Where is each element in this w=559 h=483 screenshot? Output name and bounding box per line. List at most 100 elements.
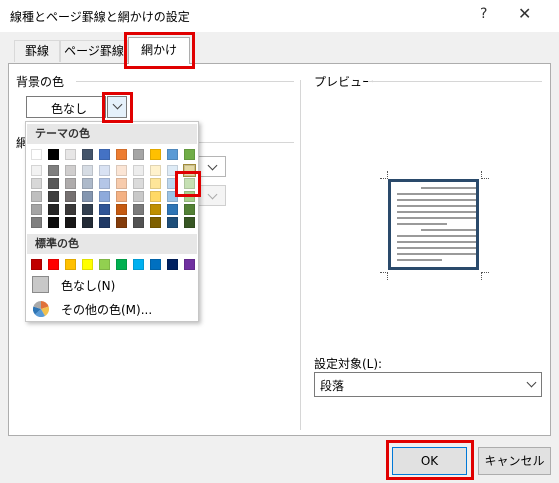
theme-shade-swatch[interactable] bbox=[65, 217, 76, 228]
theme-shade-swatch[interactable] bbox=[167, 217, 178, 228]
theme-shade-swatch[interactable] bbox=[116, 165, 127, 176]
selected-color-swatch[interactable] bbox=[183, 164, 196, 177]
theme-shade-swatch[interactable] bbox=[48, 178, 59, 189]
theme-shade-swatch[interactable] bbox=[150, 178, 161, 189]
theme-color-swatch[interactable] bbox=[184, 149, 195, 160]
title-bar: 線種とページ罫線と網かけの設定 ? ✕ bbox=[0, 0, 559, 32]
pattern-color-combo[interactable] bbox=[196, 185, 226, 206]
tab-page-border-label: ページ罫線 bbox=[64, 44, 124, 58]
preview-text-line bbox=[397, 211, 476, 213]
theme-shade-swatch[interactable] bbox=[133, 165, 144, 176]
theme-shade-swatch[interactable] bbox=[150, 204, 161, 215]
theme-shade-swatch[interactable] bbox=[116, 217, 127, 228]
help-button[interactable]: ? bbox=[480, 6, 487, 22]
theme-shade-swatch[interactable] bbox=[31, 165, 42, 176]
theme-shade-swatch[interactable] bbox=[99, 165, 110, 176]
cancel-button[interactable]: キャンセル bbox=[478, 447, 551, 475]
theme-shade-swatch[interactable] bbox=[31, 204, 42, 215]
theme-shade-swatch[interactable] bbox=[167, 204, 178, 215]
apply-to-value: 段落 bbox=[320, 379, 345, 393]
standard-color-swatch[interactable] bbox=[48, 259, 59, 270]
standard-color-swatch[interactable] bbox=[31, 259, 42, 270]
standard-color-swatch[interactable] bbox=[99, 259, 110, 270]
tab-borders[interactable]: 罫線 bbox=[14, 40, 60, 62]
standard-color-swatch[interactable] bbox=[133, 259, 144, 270]
theme-color-swatch[interactable] bbox=[48, 149, 59, 160]
theme-shade-swatch[interactable] bbox=[184, 191, 195, 202]
theme-shade-swatch[interactable] bbox=[133, 217, 144, 228]
tab-shading-label: 網かけ bbox=[140, 43, 177, 57]
theme-color-swatch[interactable] bbox=[31, 149, 42, 160]
theme-shade-swatch[interactable] bbox=[99, 217, 110, 228]
theme-shade-swatch[interactable] bbox=[184, 217, 195, 228]
theme-shade-swatch[interactable] bbox=[150, 191, 161, 202]
standard-color-swatch[interactable] bbox=[184, 259, 195, 270]
theme-shade-swatch[interactable] bbox=[82, 191, 93, 202]
theme-color-swatch[interactable] bbox=[133, 149, 144, 160]
theme-shade-swatch[interactable] bbox=[82, 178, 93, 189]
fill-color-combo[interactable]: 色なし bbox=[26, 96, 106, 118]
theme-shade-swatch[interactable] bbox=[65, 165, 76, 176]
more-colors-option[interactable]: その他の色(M)... bbox=[29, 298, 195, 320]
theme-shade-swatch[interactable] bbox=[48, 191, 59, 202]
more-colors-label: その他の色(M)... bbox=[61, 303, 153, 317]
vertical-divider bbox=[300, 80, 301, 430]
theme-shade-swatch[interactable] bbox=[184, 204, 195, 215]
theme-shade-swatch[interactable] bbox=[116, 191, 127, 202]
theme-shade-swatch[interactable] bbox=[150, 165, 161, 176]
theme-shade-swatch[interactable] bbox=[65, 178, 76, 189]
standard-color-swatch[interactable] bbox=[65, 259, 76, 270]
theme-shade-swatch[interactable] bbox=[82, 165, 93, 176]
theme-shade-swatch[interactable] bbox=[167, 178, 178, 189]
theme-color-swatch[interactable] bbox=[99, 149, 110, 160]
chevron-down-icon bbox=[207, 189, 218, 200]
standard-color-swatch[interactable] bbox=[82, 259, 93, 270]
chevron-down-icon bbox=[207, 160, 218, 171]
standard-color-swatch[interactable] bbox=[116, 259, 127, 270]
theme-shade-swatch[interactable] bbox=[48, 217, 59, 228]
theme-shade-swatch[interactable] bbox=[99, 204, 110, 215]
preview-group-label: プレビュー bbox=[314, 75, 375, 89]
theme-shade-swatch[interactable] bbox=[65, 191, 76, 202]
theme-color-swatch[interactable] bbox=[116, 149, 127, 160]
theme-shade-swatch[interactable] bbox=[31, 191, 42, 202]
theme-shade-swatch[interactable] bbox=[99, 178, 110, 189]
apply-to-select[interactable]: 段落 bbox=[314, 372, 542, 397]
tab-page-border[interactable]: ページ罫線 bbox=[60, 40, 128, 62]
chevron-down-icon bbox=[112, 99, 122, 110]
preview-corner-tr bbox=[481, 171, 489, 179]
theme-shade-swatch[interactable] bbox=[31, 178, 42, 189]
theme-shade-swatch[interactable] bbox=[116, 204, 127, 215]
theme-shade-swatch[interactable] bbox=[184, 178, 195, 189]
theme-shade-swatch[interactable] bbox=[116, 178, 127, 189]
standard-color-swatch[interactable] bbox=[167, 259, 178, 270]
preview-text-line bbox=[397, 235, 476, 237]
ok-button[interactable]: OK bbox=[392, 447, 467, 475]
theme-shade-swatch[interactable] bbox=[167, 191, 178, 202]
no-color-option[interactable]: 色なし(N) bbox=[29, 274, 195, 296]
theme-shade-swatch[interactable] bbox=[31, 217, 42, 228]
theme-shade-swatch[interactable] bbox=[133, 204, 144, 215]
ok-button-label: OK bbox=[420, 454, 439, 468]
theme-shade-swatch[interactable] bbox=[167, 165, 178, 176]
theme-color-swatch[interactable] bbox=[82, 149, 93, 160]
pattern-style-combo[interactable] bbox=[196, 156, 226, 177]
theme-color-swatch[interactable] bbox=[167, 149, 178, 160]
theme-shade-swatch[interactable] bbox=[82, 217, 93, 228]
theme-shade-swatch[interactable] bbox=[150, 217, 161, 228]
tab-shading[interactable]: 網かけ bbox=[128, 37, 190, 64]
standard-color-swatch[interactable] bbox=[150, 259, 161, 270]
theme-color-swatch[interactable] bbox=[65, 149, 76, 160]
theme-shade-swatch[interactable] bbox=[99, 191, 110, 202]
theme-shade-swatch[interactable] bbox=[82, 204, 93, 215]
theme-color-swatch[interactable] bbox=[150, 149, 161, 160]
theme-shade-swatch[interactable] bbox=[48, 165, 59, 176]
close-button[interactable]: ✕ bbox=[518, 4, 531, 23]
fill-color-dropdown-button[interactable] bbox=[107, 96, 127, 118]
theme-shade-swatch[interactable] bbox=[133, 191, 144, 202]
theme-shade-swatch[interactable] bbox=[133, 178, 144, 189]
color-wheel-icon bbox=[33, 301, 49, 317]
theme-shade-swatch[interactable] bbox=[48, 204, 59, 215]
theme-shade-swatch[interactable] bbox=[65, 204, 76, 215]
preview-text-line bbox=[397, 199, 476, 201]
